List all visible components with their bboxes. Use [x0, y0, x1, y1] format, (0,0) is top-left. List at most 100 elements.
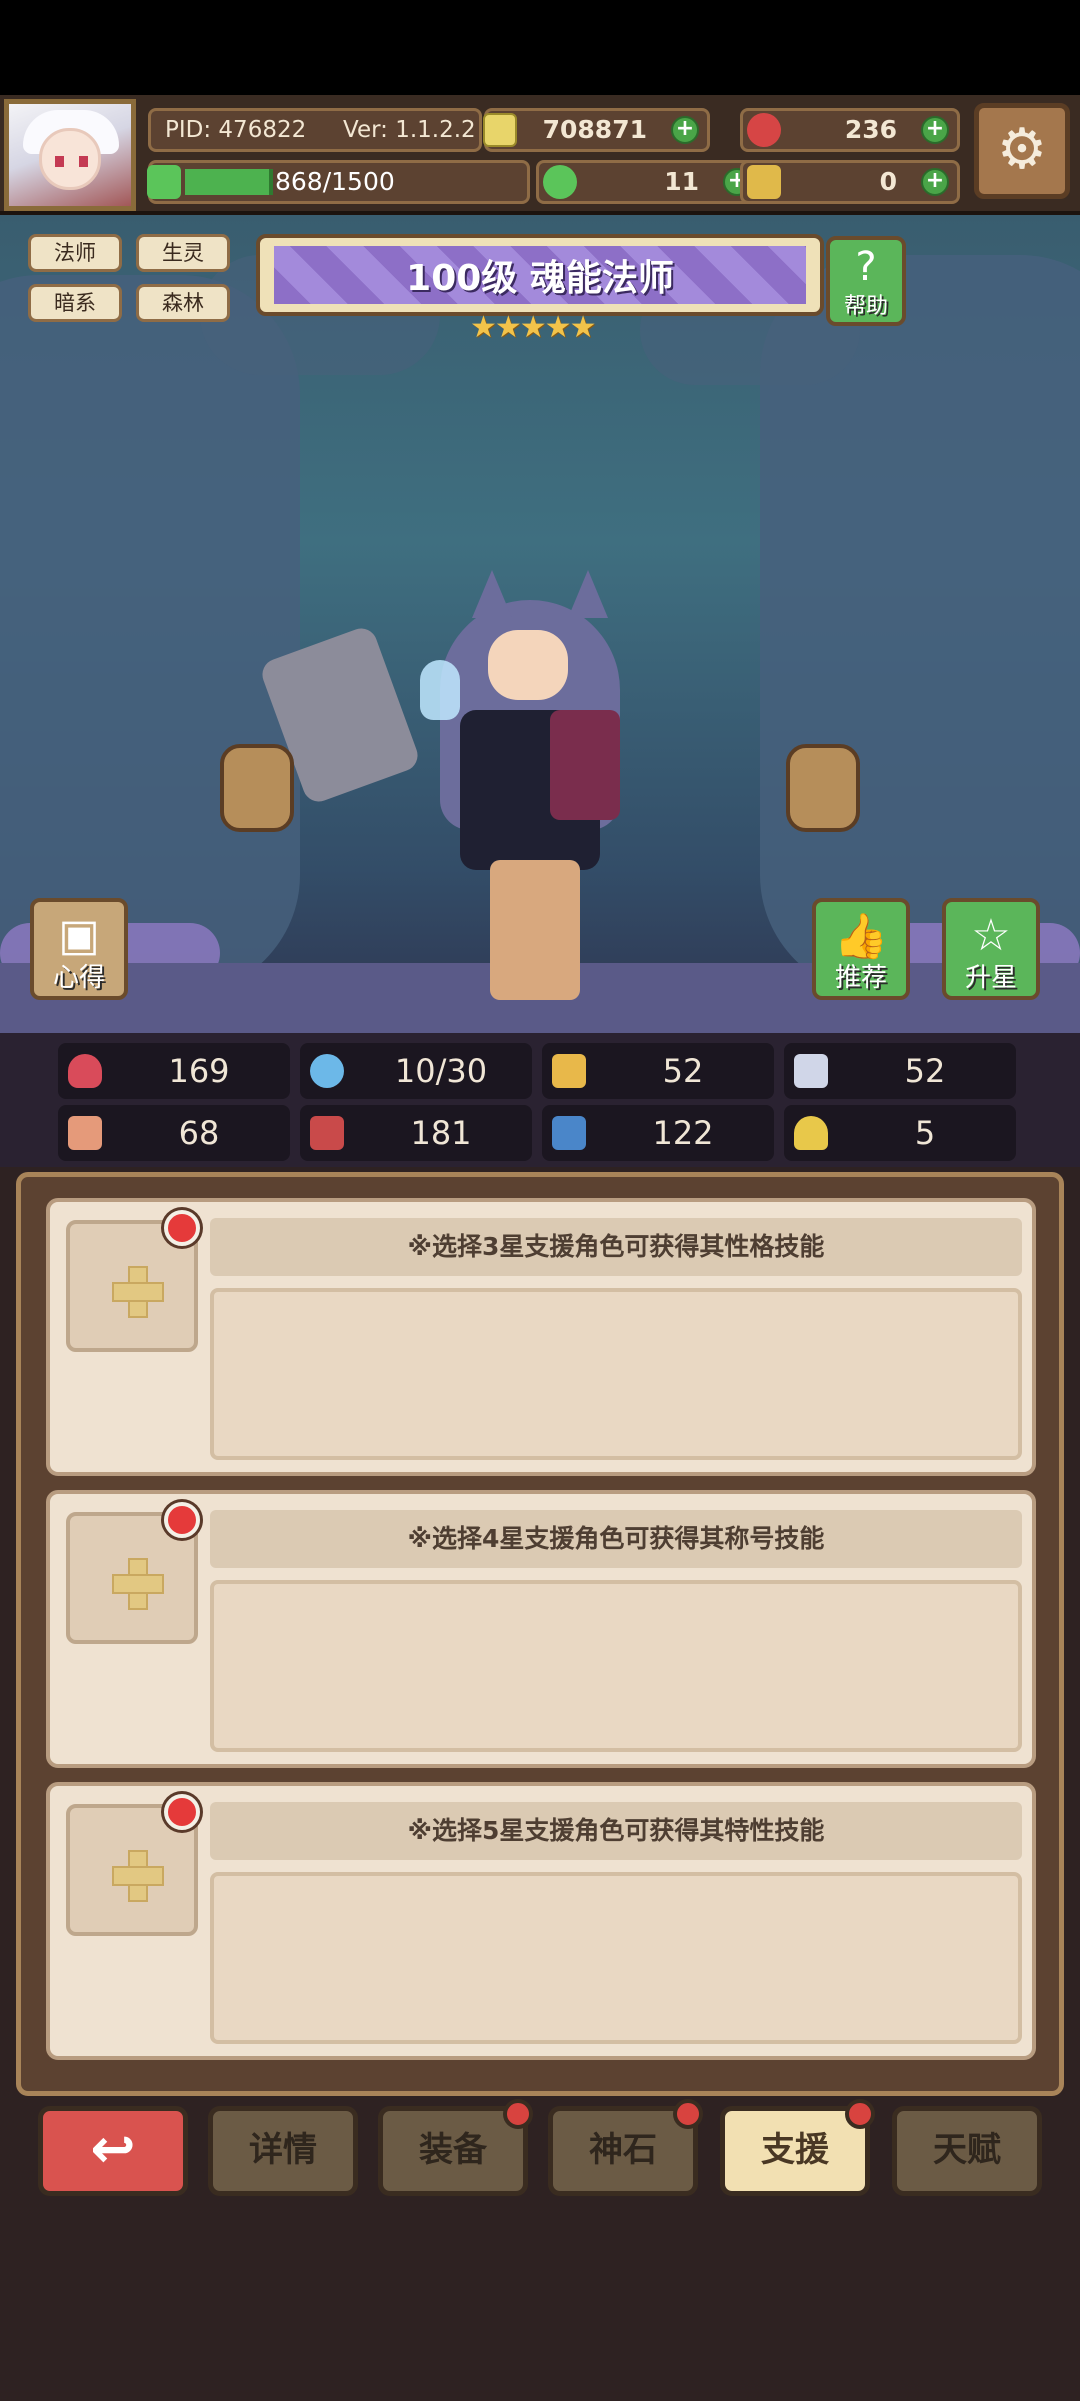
gold-counter: 708871 +	[483, 108, 710, 152]
gold-coin-icon	[483, 113, 517, 147]
next-hero-arrow[interactable]	[786, 744, 860, 832]
key-amount: 0	[879, 167, 897, 196]
support-card-3star: ※选择3星支援角色可获得其性格技能	[46, 1198, 1036, 1476]
tag-element: 暗系	[28, 284, 122, 322]
hero-face	[488, 630, 568, 700]
tab-equipment[interactable]: 装备	[378, 2099, 533, 2196]
stat-speed-value: 122	[652, 1114, 714, 1152]
clover-icon	[543, 165, 577, 199]
notes-icon: ▣	[58, 910, 100, 961]
tag-race: 生灵	[136, 234, 230, 272]
stat-speed: 122	[542, 1105, 774, 1161]
support-card-5star: ※选择5星支援角色可获得其特性技能	[46, 1782, 1036, 2060]
boot-icon	[552, 1116, 586, 1150]
player-avatar[interactable]	[4, 99, 136, 211]
stat-strength-value: 68	[178, 1114, 220, 1152]
recommend-label: 推荐	[834, 963, 887, 993]
add-gem-button[interactable]: +	[921, 116, 949, 144]
settings-gear-icon[interactable]: ⚙	[974, 103, 1070, 199]
skill-display-box	[210, 1580, 1022, 1752]
notification-dot	[503, 2099, 533, 2129]
stat-intelligence-value: 181	[410, 1114, 472, 1152]
avatar-face	[39, 128, 101, 190]
exp-text: 868/1500	[275, 167, 395, 196]
hero-coat	[550, 710, 620, 820]
tag-habitat: 森林	[136, 284, 230, 322]
question-icon: ?	[855, 244, 877, 290]
key-counter: 0 +	[740, 160, 960, 204]
gem-amount: 236	[844, 115, 897, 144]
clover-counter: 11 +	[536, 160, 762, 204]
key-icon	[747, 165, 781, 199]
stat-mana-value: 10/30	[394, 1052, 488, 1090]
hero-legs	[490, 860, 580, 1000]
hero-character	[400, 560, 650, 1020]
support-hint: ※选择5星支援角色可获得其特性技能	[210, 1802, 1022, 1860]
support-hint: ※选择4星支援角色可获得其称号技能	[210, 1510, 1022, 1568]
tab-divine-stone[interactable]: 神石	[548, 2099, 703, 2196]
tab-talent[interactable]: 天赋	[892, 2106, 1042, 2196]
player-id-box: PID: 476822 Ver: 1.1.2.2	[148, 108, 482, 152]
player-id: PID: 476822	[165, 117, 307, 143]
support-card-4star: ※选择4星支援角色可获得其称号技能	[46, 1490, 1036, 1768]
help-button[interactable]: ? 帮助	[826, 236, 906, 326]
thumbs-up-icon: 👍	[833, 911, 889, 962]
clover-amount: 11	[664, 167, 699, 196]
stat-agility-value: 52	[904, 1052, 946, 1090]
exp-bar: 868/1500	[147, 160, 530, 204]
hero-star-rating: ★★★★★	[470, 310, 596, 345]
notes-button[interactable]: ▣ 心得	[30, 898, 128, 1000]
back-button[interactable]: ↩	[38, 2106, 188, 2196]
stat-luck: 5	[784, 1105, 1016, 1161]
stat-strength: 68	[58, 1105, 290, 1161]
book-icon	[310, 1116, 344, 1150]
stat-hp: 169	[58, 1043, 290, 1099]
stat-hp-value: 169	[168, 1052, 230, 1090]
hero-title-banner: 100级 魂能法师	[256, 234, 824, 316]
hero-cat-ear	[568, 570, 608, 618]
tree-trunk-left	[0, 275, 300, 995]
star-up-label: 升星	[964, 963, 1017, 993]
hero-cat-ear	[472, 570, 512, 618]
notification-dot	[164, 1502, 200, 1538]
hero-stats: 169 10/30 52 52 68 181 122 5	[0, 1033, 1080, 1167]
star-up-button[interactable]: ☆ 升星	[942, 898, 1040, 1000]
tag-class: 法师	[28, 234, 122, 272]
help-label: 帮助	[843, 294, 888, 319]
heart-icon	[68, 1054, 102, 1088]
stat-mana: 10/30	[300, 1043, 532, 1099]
shield-icon	[552, 1054, 586, 1088]
skill-display-box	[210, 1872, 1022, 2044]
stat-defense: 52	[542, 1043, 774, 1099]
status-bar	[0, 0, 1080, 95]
hero-title: 100级 魂能法师	[274, 246, 806, 304]
exp-fill	[185, 169, 273, 195]
add-gold-button[interactable]: +	[671, 116, 699, 144]
support-hint: ※选择3星支援角色可获得其性格技能	[210, 1218, 1022, 1276]
add-key-button[interactable]: +	[921, 168, 949, 196]
tab-divine-stone-label: 神石	[589, 2130, 657, 2170]
add-plus-icon	[112, 1266, 164, 1318]
prev-hero-arrow[interactable]	[220, 744, 294, 832]
tab-support-label: 支援	[761, 2130, 829, 2170]
notification-dot	[845, 2099, 875, 2129]
horseshoe-icon	[794, 1116, 828, 1150]
recommend-button[interactable]: 👍 推荐	[812, 898, 910, 1000]
tab-equipment-label: 装备	[419, 2130, 487, 2170]
tab-support[interactable]: 支援	[720, 2099, 875, 2196]
avatar-eye	[55, 156, 64, 167]
game-version: Ver: 1.1.2.2	[343, 117, 476, 143]
notification-dot	[164, 1794, 200, 1830]
star-icon: ☆	[971, 910, 1011, 961]
add-plus-icon	[112, 1558, 164, 1610]
add-plus-icon	[112, 1850, 164, 1902]
red-gem-icon	[747, 113, 781, 147]
soul-flame	[420, 660, 460, 720]
energy-icon	[147, 165, 181, 199]
water-drop-icon	[310, 1054, 344, 1088]
wing-icon	[794, 1054, 828, 1088]
tab-details[interactable]: 详情	[208, 2106, 358, 2196]
stat-agility: 52	[784, 1043, 1016, 1099]
notification-dot	[164, 1210, 200, 1246]
avatar-eye	[79, 156, 88, 167]
